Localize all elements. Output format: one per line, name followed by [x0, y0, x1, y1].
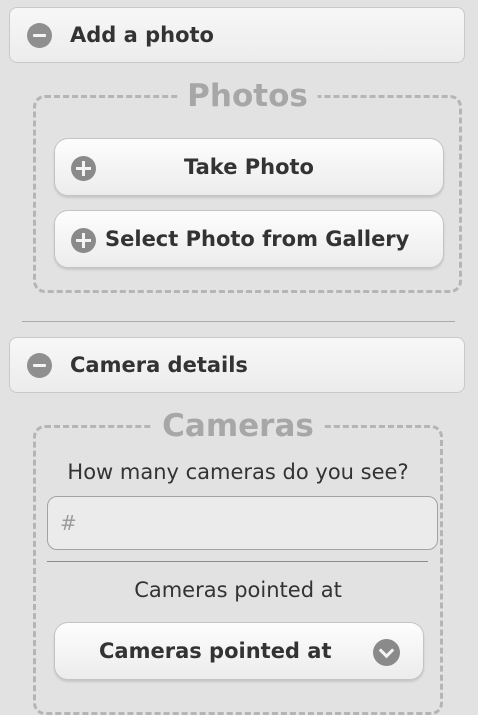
select-gallery-button[interactable]: Select Photo from Gallery	[54, 210, 444, 268]
cameras-fieldset: Cameras How many cameras do you see? Cam…	[33, 409, 443, 715]
take-photo-button[interactable]: Take Photo	[54, 138, 444, 196]
cameras-legend: Cameras	[152, 409, 324, 443]
field-divider	[47, 561, 428, 562]
plus-circle-icon	[71, 228, 96, 253]
add-photo-header-label: Add a photo	[70, 23, 214, 47]
section-divider	[22, 321, 455, 322]
chevron-down-circle-icon	[373, 639, 400, 666]
photos-fieldset: Photos Take Photo Select Photo from Gall…	[33, 79, 462, 293]
camera-details-header[interactable]: Camera details	[9, 337, 465, 393]
camera-count-question: How many cameras do you see?	[67, 460, 409, 484]
cameras-pointed-label: Cameras pointed at	[134, 578, 342, 602]
camera-count-input[interactable]	[47, 496, 438, 550]
select-gallery-label: Select Photo from Gallery	[105, 227, 410, 251]
add-photo-header[interactable]: Add a photo	[9, 7, 465, 63]
cameras-pointed-select-value: Cameras pointed at	[99, 639, 332, 663]
photos-legend: Photos	[177, 79, 318, 113]
take-photo-label: Take Photo	[184, 155, 314, 179]
minus-circle-icon	[27, 23, 52, 48]
cameras-pointed-select[interactable]: Cameras pointed at	[54, 622, 424, 680]
camera-details-header-label: Camera details	[70, 353, 248, 377]
minus-circle-icon	[27, 353, 52, 378]
